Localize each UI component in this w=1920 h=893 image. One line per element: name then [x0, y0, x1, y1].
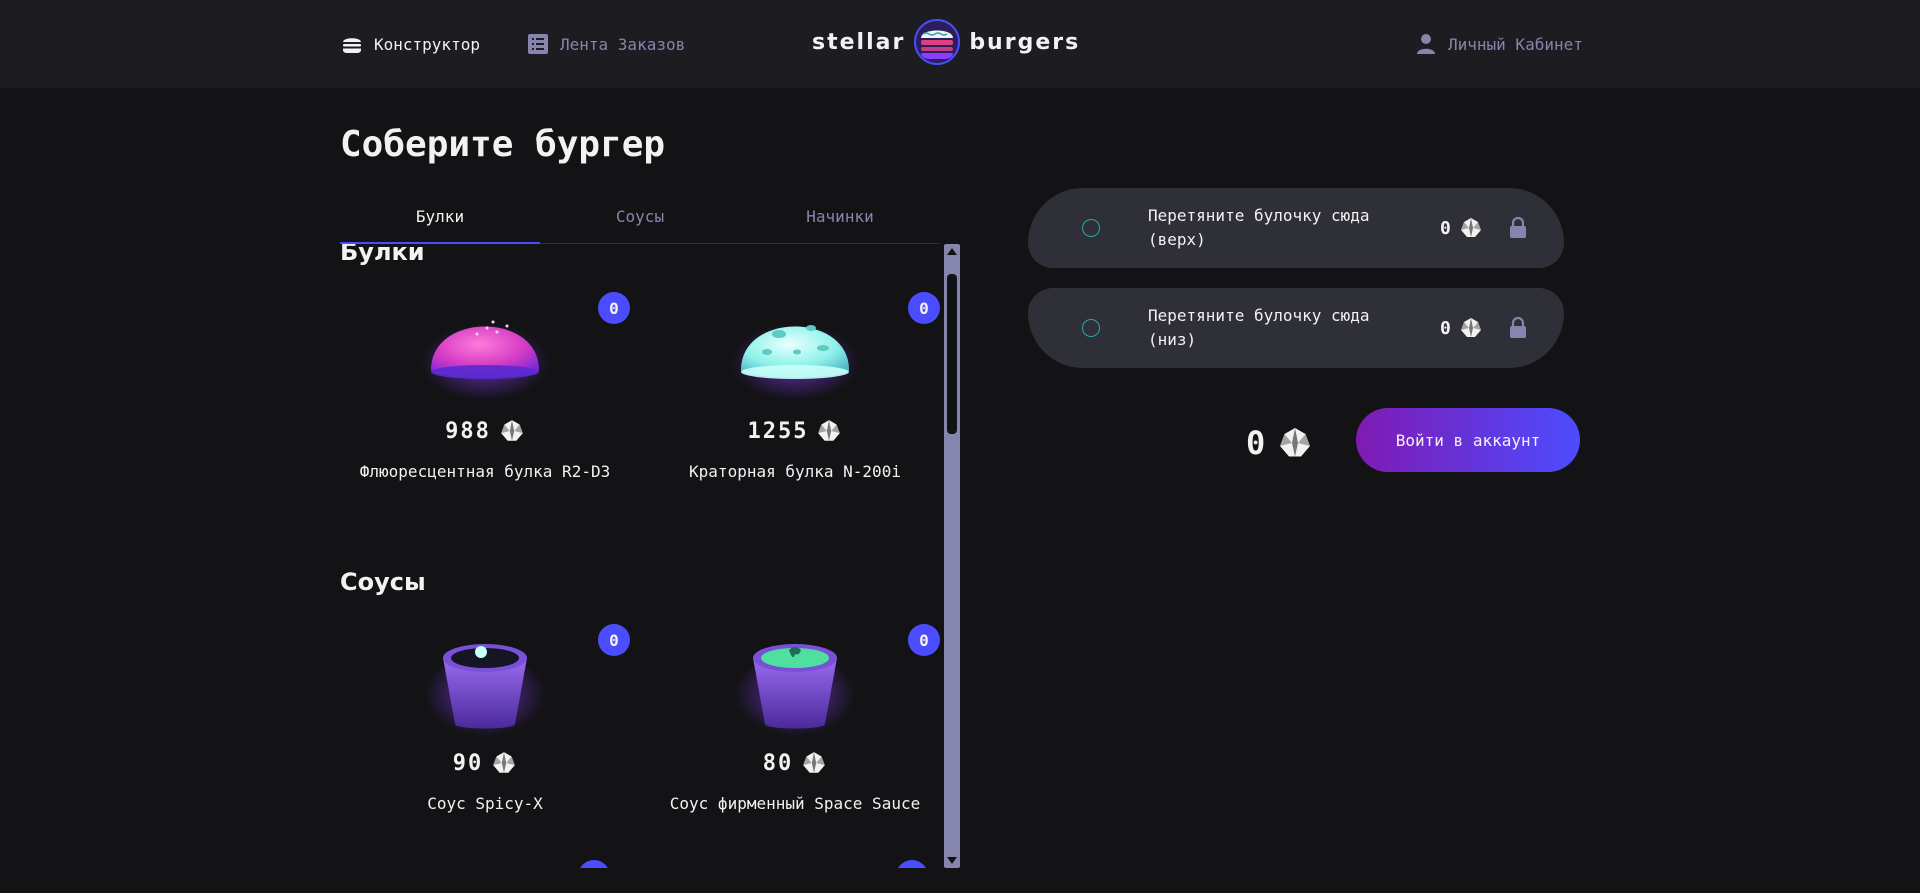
currency-icon	[1459, 316, 1483, 340]
bun-bottom-placeholder-line1: Перетяните булочку сюда	[1148, 306, 1370, 325]
logo-text-left: stellar	[812, 29, 906, 55]
ingredient-price-value: 90	[452, 750, 484, 776]
profile-icon	[1417, 34, 1435, 54]
nav-order-feed[interactable]: Лента Заказов	[526, 30, 685, 58]
nav-order-feed-label: Лента Заказов	[560, 34, 686, 54]
nav-personal-cabinet[interactable]: Личный Кабинет	[1414, 30, 1583, 58]
ingredient-count-badge-partial	[896, 860, 928, 868]
logo[interactable]: stellar burgers	[812, 18, 1080, 66]
currency-icon	[816, 418, 842, 444]
lock-icon	[1510, 316, 1526, 338]
ingredient-name: Соус Spicy-X	[427, 794, 543, 813]
bun-bottom-price: 0	[1440, 316, 1483, 340]
currency-icon	[491, 750, 517, 776]
login-button[interactable]: Войти в аккаунт	[1356, 408, 1580, 472]
bun-top-price: 0	[1440, 216, 1483, 240]
currency-icon	[1277, 425, 1313, 461]
bun-crater-image	[731, 324, 859, 400]
ingredient-price-value: 80	[762, 750, 794, 776]
tab-buns[interactable]: Булки	[340, 204, 540, 244]
sauce-space-image	[735, 644, 855, 736]
lock-icon	[1510, 216, 1526, 238]
bun-top-placeholder: Перетяните булочку сюда (верх)	[1148, 204, 1418, 252]
scroll-down-arrow-icon[interactable]	[947, 857, 957, 864]
ingredient-price-value: 988	[445, 418, 491, 444]
order-total-value: 0	[1246, 424, 1266, 462]
ingredient-price: 988	[340, 418, 630, 444]
ingredient-card-bun-crater[interactable]: 0 1255 Краторная булка N-200i	[650, 292, 940, 512]
scroll-up-arrow-icon[interactable]	[947, 248, 957, 255]
logo-text-right: burgers	[969, 29, 1081, 55]
section-title-sauces: Соусы	[340, 568, 426, 596]
bun-bottom-price-value: 0	[1440, 317, 1451, 339]
currency-icon	[499, 418, 525, 444]
ingredient-price: 1255	[650, 418, 940, 444]
order-total: 0	[1246, 424, 1313, 462]
burger-icon	[343, 38, 361, 53]
section-title-buns: Булки	[340, 244, 425, 266]
ingredient-price: 90	[340, 750, 630, 776]
nav-constructor-label: Конструктор	[374, 34, 480, 54]
ingredient-count-badge: 0	[598, 624, 630, 656]
logo-emblem-icon	[914, 19, 961, 65]
nav-constructor[interactable]: Конструктор	[340, 30, 480, 58]
list-icon	[528, 34, 548, 54]
ingredient-tabs: Булки Соусы Начинки	[340, 204, 940, 244]
tab-fillings[interactable]: Начинки	[740, 204, 940, 243]
bun-bottom-placeholder: Перетяните булочку сюда (низ)	[1148, 304, 1418, 352]
bun-top-placeholder-line1: Перетяните булочку сюда	[1148, 206, 1370, 225]
bun-bottom-placeholder-line2: (низ)	[1148, 330, 1197, 349]
bun-bottom-drop-zone[interactable]: Перетяните булочку сюда (низ) 0	[1028, 288, 1564, 368]
sauce-spicy-image	[425, 644, 545, 736]
scrollbar-thumb[interactable]	[947, 274, 957, 434]
ingredient-card-sauce-spicy[interactable]: 0 90 Соус Spicy-X	[340, 624, 630, 844]
page-title: Соберите бургер	[340, 124, 666, 165]
ingredient-count-badge: 0	[598, 292, 630, 324]
tab-sauces[interactable]: Соусы	[540, 204, 740, 243]
bun-fluorescent-image	[421, 320, 549, 400]
ingredient-count-badge: 0	[908, 624, 940, 656]
bun-top-price-value: 0	[1440, 217, 1451, 239]
ingredient-card-sauce-space[interactable]: 0 80 Соус фирменный Space Sauce	[650, 624, 940, 844]
ingredient-name: Соус фирменный Space Sauce	[669, 794, 921, 813]
ingredients-list[interactable]: Булки 0 988 Флюоресцентная булка R2-D3 0	[340, 244, 940, 868]
ingredient-count-badge: 0	[908, 292, 940, 324]
bun-top-placeholder-line2: (верх)	[1148, 230, 1206, 249]
currency-icon	[801, 750, 827, 776]
ingredient-name: Краторная булка N-200i	[689, 462, 901, 481]
nav-personal-cabinet-label: Личный Кабинет	[1448, 34, 1583, 54]
ingredient-price: 80	[650, 750, 940, 776]
ingredients-scrollbar[interactable]	[944, 244, 960, 868]
drag-handle-icon	[1082, 219, 1100, 237]
ingredient-price-value: 1255	[747, 418, 809, 444]
top-navbar: Конструктор Лента Заказов stellar burger…	[0, 0, 1920, 88]
ingredient-count-badge-partial	[578, 860, 610, 868]
currency-icon	[1459, 216, 1483, 240]
drag-handle-icon	[1082, 319, 1100, 337]
bun-top-drop-zone[interactable]: Перетяните булочку сюда (верх) 0	[1028, 188, 1564, 268]
ingredient-card-bun-fluorescent[interactable]: 0 988 Флюоресцентная булка R2-D3	[340, 292, 630, 512]
ingredient-name: Флюоресцентная булка R2-D3	[359, 462, 611, 481]
